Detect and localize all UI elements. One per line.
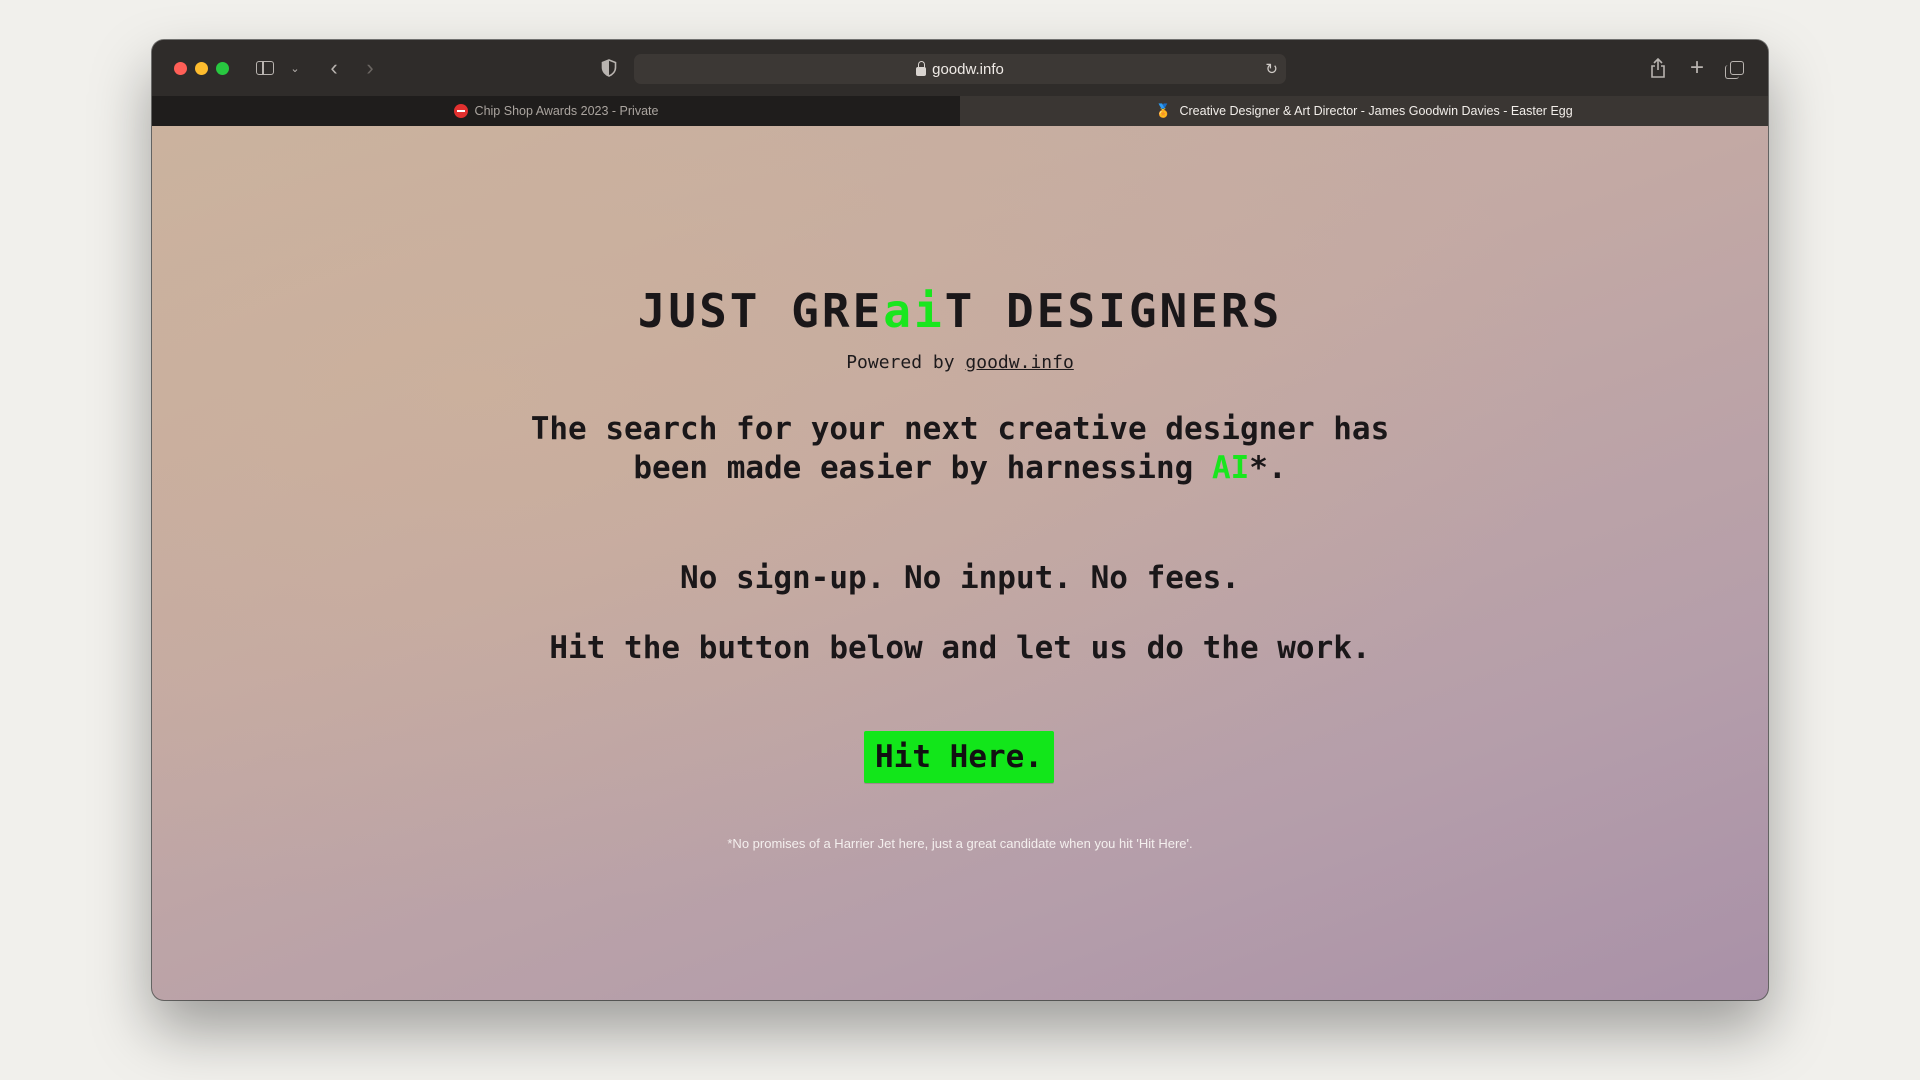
shield-icon[interactable] xyxy=(599,57,619,79)
no-entry-icon xyxy=(453,104,468,118)
lede-suffix: *. xyxy=(1249,450,1287,486)
hit-here-button[interactable]: Hit Here. xyxy=(864,731,1054,783)
browser-toolbar: ⌄ ‹ › goodw.info ↻ + xyxy=(152,40,1768,96)
minimize-window-button[interactable] xyxy=(195,62,208,75)
powered-by: Powered by goodw.info xyxy=(152,352,1768,373)
lede-line: been made easier by harnessing xyxy=(633,450,1212,486)
tab-creative-designer[interactable]: 🏅 Creative Designer & Art Director - Jam… xyxy=(960,96,1768,126)
tab-chip-shop-awards[interactable]: Chip Shop Awards 2023 - Private xyxy=(152,96,960,126)
lede-line: The search for your next creative design… xyxy=(530,411,1390,447)
share-icon[interactable] xyxy=(1648,57,1668,79)
chevron-down-icon[interactable]: ⌄ xyxy=(288,57,302,79)
chevron-right-icon[interactable]: › xyxy=(360,55,380,80)
page-title: JUST GREaiT DESIGNERS xyxy=(152,284,1768,338)
medal-icon: 🏅 xyxy=(1155,103,1172,118)
hit-button-instruction: Hit the button below and let us do the w… xyxy=(549,630,1371,666)
title-text: T DESIGNERS xyxy=(944,284,1283,338)
address-bar[interactable]: goodw.info ↻ xyxy=(634,54,1286,84)
reload-icon[interactable]: ↻ xyxy=(1265,60,1278,78)
tab-label: Creative Designer & Art Director - James… xyxy=(1179,104,1573,118)
browser-window: ⌄ ‹ › goodw.info ↻ + Chip Shop Awards 20… xyxy=(152,40,1768,1000)
footnote: *No promises of a Harrier Jet here, just… xyxy=(727,836,1193,851)
tab-label: Chip Shop Awards 2023 - Private xyxy=(474,104,659,118)
title-text: JUST GRE xyxy=(637,284,884,338)
tab-bar: Chip Shop Awards 2023 - Private 🏅 Creati… xyxy=(152,96,1768,126)
url-text: goodw.info xyxy=(932,60,1004,78)
no-signup-text: No sign-up. No input. No fees. xyxy=(680,560,1240,596)
tabs-overview-icon[interactable] xyxy=(1725,57,1748,79)
powered-by-link[interactable]: goodw.info xyxy=(965,352,1073,373)
chevron-left-icon[interactable]: ‹ xyxy=(324,55,344,80)
plus-icon[interactable]: + xyxy=(1687,54,1707,81)
title-ai-highlight: ai xyxy=(883,284,945,338)
zoom-window-button[interactable] xyxy=(216,62,229,75)
lede-ai-highlight: AI xyxy=(1211,450,1250,486)
powered-by-label: Powered by xyxy=(846,352,966,373)
close-window-button[interactable] xyxy=(174,62,187,75)
sidebar-icon[interactable] xyxy=(254,57,276,79)
page-content: JUST GREaiT DESIGNERS Powered by goodw.i… xyxy=(152,126,1768,1000)
lock-icon xyxy=(916,60,927,76)
lede-text: The search for your next creative design… xyxy=(152,410,1768,488)
